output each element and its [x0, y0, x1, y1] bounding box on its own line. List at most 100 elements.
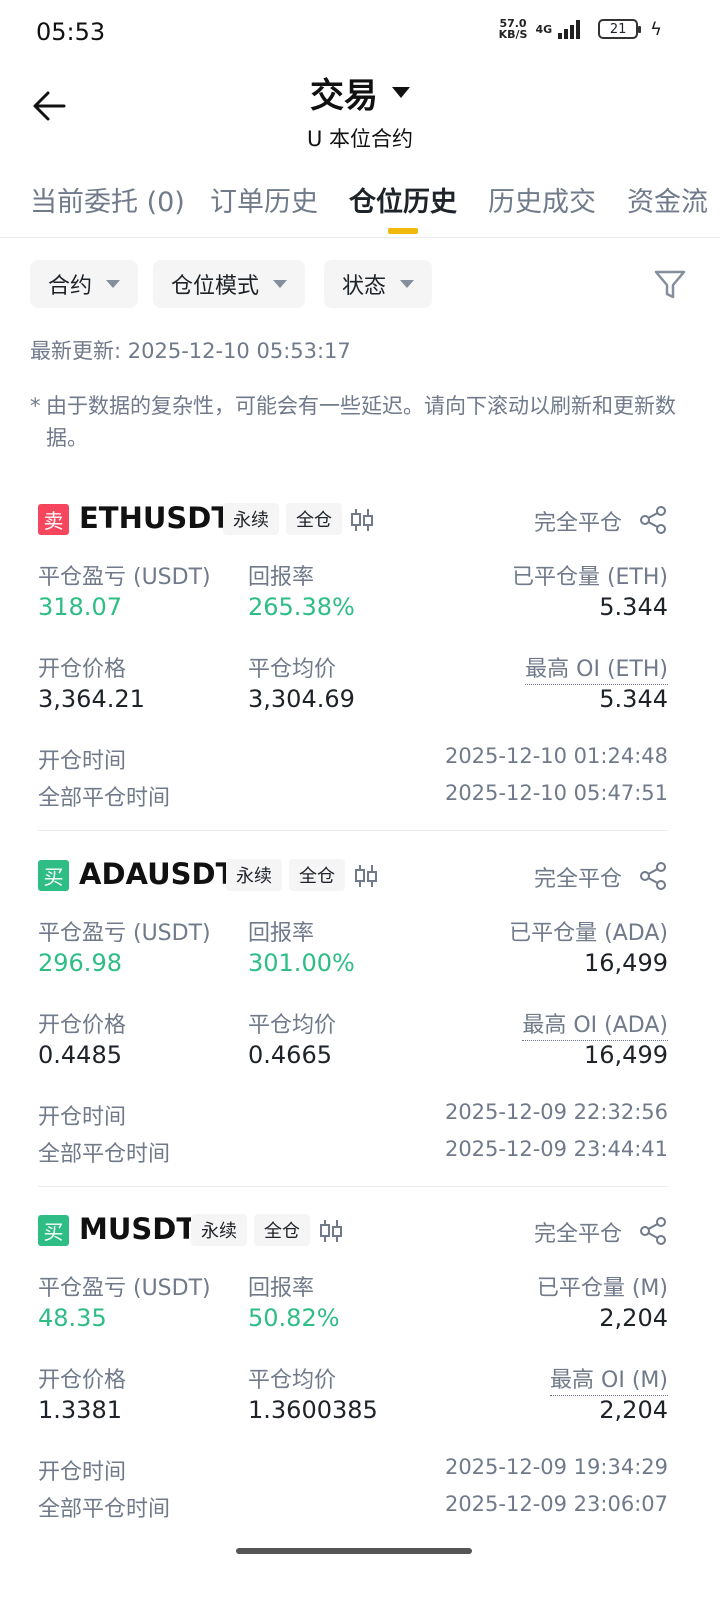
pnl-label: 平仓盈亏 (USDT)	[38, 1276, 211, 1301]
charging-icon: ϟ	[650, 18, 662, 40]
pnl-value: 296.98	[38, 949, 122, 977]
status-bar: 05:53 57.0 KB/S 4G 21 ϟ	[0, 0, 720, 64]
max-oi-value: 2,204	[599, 1396, 668, 1424]
position-status: 完全平仓	[533, 511, 622, 536]
open-time-value: 2025-12-09 22:32:56	[444, 1100, 668, 1124]
title-block: 交易 U 本位合约	[0, 68, 720, 153]
closed-qty-value: 5.344	[599, 593, 668, 621]
signal-icon	[558, 19, 581, 39]
close-time-label: 全部平仓时间	[38, 1497, 171, 1522]
candlestick-chart-icon[interactable]	[353, 863, 379, 889]
entry-price-value: 1.3381	[38, 1396, 122, 1424]
tab-bar: 当前委托 (0) 订单历史 仓位历史 历史成交 资金流	[0, 170, 720, 238]
market-selector[interactable]: 交易	[310, 68, 410, 117]
closed-qty-value: 16,499	[584, 949, 668, 977]
open-time-value: 2025-12-10 01:24:48	[444, 744, 668, 768]
pnl-value: 318.07	[38, 593, 122, 621]
avg-close-price-label: 平仓均价	[248, 657, 337, 682]
position-symbol: ADAUSDT	[79, 857, 236, 891]
status-indicators: 57.0 KB/S 4G 21 ϟ	[499, 18, 662, 40]
entry-price-label: 开仓价格	[38, 1368, 127, 1393]
avg-close-price-label: 平仓均价	[248, 1013, 337, 1038]
contract-type-tag: 永续	[191, 1214, 247, 1246]
open-time-label: 开仓时间	[38, 749, 127, 774]
page-subtitle: U 本位合约	[306, 127, 414, 151]
pnl-label: 平仓盈亏 (USDT)	[38, 565, 211, 590]
position-card-header: 买 ADAUSDT 永续 全仓 完全平仓	[38, 857, 668, 897]
entry-price-label: 开仓价格	[38, 1013, 127, 1038]
card-divider	[38, 1186, 668, 1187]
roi-label: 回报率	[248, 921, 315, 946]
position-symbol: MUSDT	[79, 1212, 197, 1246]
closed-qty-value: 2,204	[599, 1304, 668, 1332]
margin-mode-tag: 全仓	[289, 859, 345, 891]
max-oi-value: 5.344	[599, 685, 668, 713]
roi-label: 回报率	[248, 1276, 315, 1301]
caret-down-icon	[400, 280, 415, 288]
side-badge: 卖	[38, 504, 69, 535]
caret-down-icon	[106, 280, 121, 288]
tab-funding-flow[interactable]: 资金流	[627, 180, 708, 219]
max-oi-label[interactable]: 最高 OI (ETH)	[525, 651, 668, 685]
margin-mode-tag: 全仓	[254, 1214, 310, 1246]
battery-level: 21	[609, 21, 627, 37]
max-oi-label[interactable]: 最高 OI (M)	[550, 1362, 668, 1396]
filter-funnel-icon[interactable]	[650, 264, 690, 304]
closed-qty-label: 已平仓量 (ADA)	[509, 921, 668, 946]
share-icon[interactable]	[638, 861, 668, 891]
max-oi-label[interactable]: 最高 OI (ADA)	[522, 1007, 668, 1041]
tab-open-orders[interactable]: 当前委托 (0)	[30, 180, 185, 219]
candlestick-chart-icon[interactable]	[349, 507, 375, 533]
tab-position-history[interactable]: 仓位历史	[349, 180, 457, 219]
tab-order-history[interactable]: 订单历史	[210, 180, 318, 219]
share-icon[interactable]	[638, 505, 668, 535]
page-title: 交易	[310, 76, 378, 116]
caret-down-icon	[273, 280, 288, 288]
active-tab-indicator	[388, 228, 418, 234]
entry-price-value: 3,364.21	[38, 685, 145, 713]
filter-position-mode[interactable]: 仓位模式	[153, 260, 306, 308]
contract-type-tag: 永续	[223, 503, 279, 535]
notice-text: 由于数据的复杂性，可能会有一些延迟。请向下滚动以刷新和更新数据。	[46, 394, 676, 450]
filter-contract[interactable]: 合约	[30, 260, 139, 308]
entry-price-value: 0.4485	[38, 1041, 122, 1069]
contract-type-tag: 永续	[226, 859, 282, 891]
filter-position-mode-label: 仓位模式	[171, 274, 260, 299]
filter-status[interactable]: 状态	[324, 260, 433, 308]
entry-price-label: 开仓价格	[38, 657, 127, 682]
roi-value: 265.38%	[248, 593, 355, 621]
avg-close-price-value: 1.3600385	[248, 1396, 378, 1424]
filter-status-label: 状态	[342, 274, 387, 299]
close-time-label: 全部平仓时间	[38, 786, 171, 811]
tab-trade-history[interactable]: 历史成交	[488, 180, 596, 219]
status-time: 05:53	[36, 18, 106, 46]
closed-qty-label: 已平仓量 (ETH)	[511, 565, 668, 590]
position-card[interactable]: 买 ADAUSDT 永续 全仓 完全平仓 平仓盈亏 (USDT) 回报率 已平仓…	[38, 857, 668, 1187]
candlestick-chart-icon[interactable]	[318, 1218, 344, 1244]
home-indicator[interactable]	[236, 1548, 472, 1554]
share-icon[interactable]	[638, 1216, 668, 1246]
open-time-label: 开仓时间	[38, 1105, 127, 1130]
pnl-value: 48.35	[38, 1304, 107, 1332]
notice-asterisk: *	[30, 394, 41, 418]
position-symbol: ETHUSDT	[79, 501, 232, 535]
card-divider	[38, 830, 668, 831]
close-time-value: 2025-12-09 23:06:07	[444, 1492, 668, 1516]
network-type: 4G	[535, 22, 553, 36]
roi-value: 301.00%	[248, 949, 355, 977]
position-status: 完全平仓	[533, 1222, 622, 1247]
side-badge: 买	[38, 860, 69, 891]
position-card[interactable]: 买 MUSDT 永续 全仓 完全平仓 平仓盈亏 (USDT) 回报率 已平仓量 …	[38, 1212, 668, 1532]
delay-notice: * 由于数据的复杂性，可能会有一些延迟。请向下滚动以刷新和更新数据。	[30, 390, 680, 454]
roi-label: 回报率	[248, 565, 315, 590]
close-time-value: 2025-12-09 23:44:41	[444, 1137, 668, 1161]
avg-close-price-label: 平仓均价	[248, 1368, 337, 1393]
close-time-label: 全部平仓时间	[38, 1142, 171, 1167]
open-time-value: 2025-12-09 19:34:29	[444, 1455, 668, 1479]
close-time-value: 2025-12-10 05:47:51	[444, 781, 668, 805]
margin-mode-tag: 全仓	[286, 503, 342, 535]
header: 交易 U 本位合约	[0, 64, 720, 154]
network-speed-unit: KB/S	[498, 28, 528, 41]
battery-icon: 21	[598, 19, 642, 39]
position-card[interactable]: 卖 ETHUSDT 永续 全仓 完全平仓 平仓盈亏 (USDT) 回报率 已平仓…	[38, 501, 668, 831]
